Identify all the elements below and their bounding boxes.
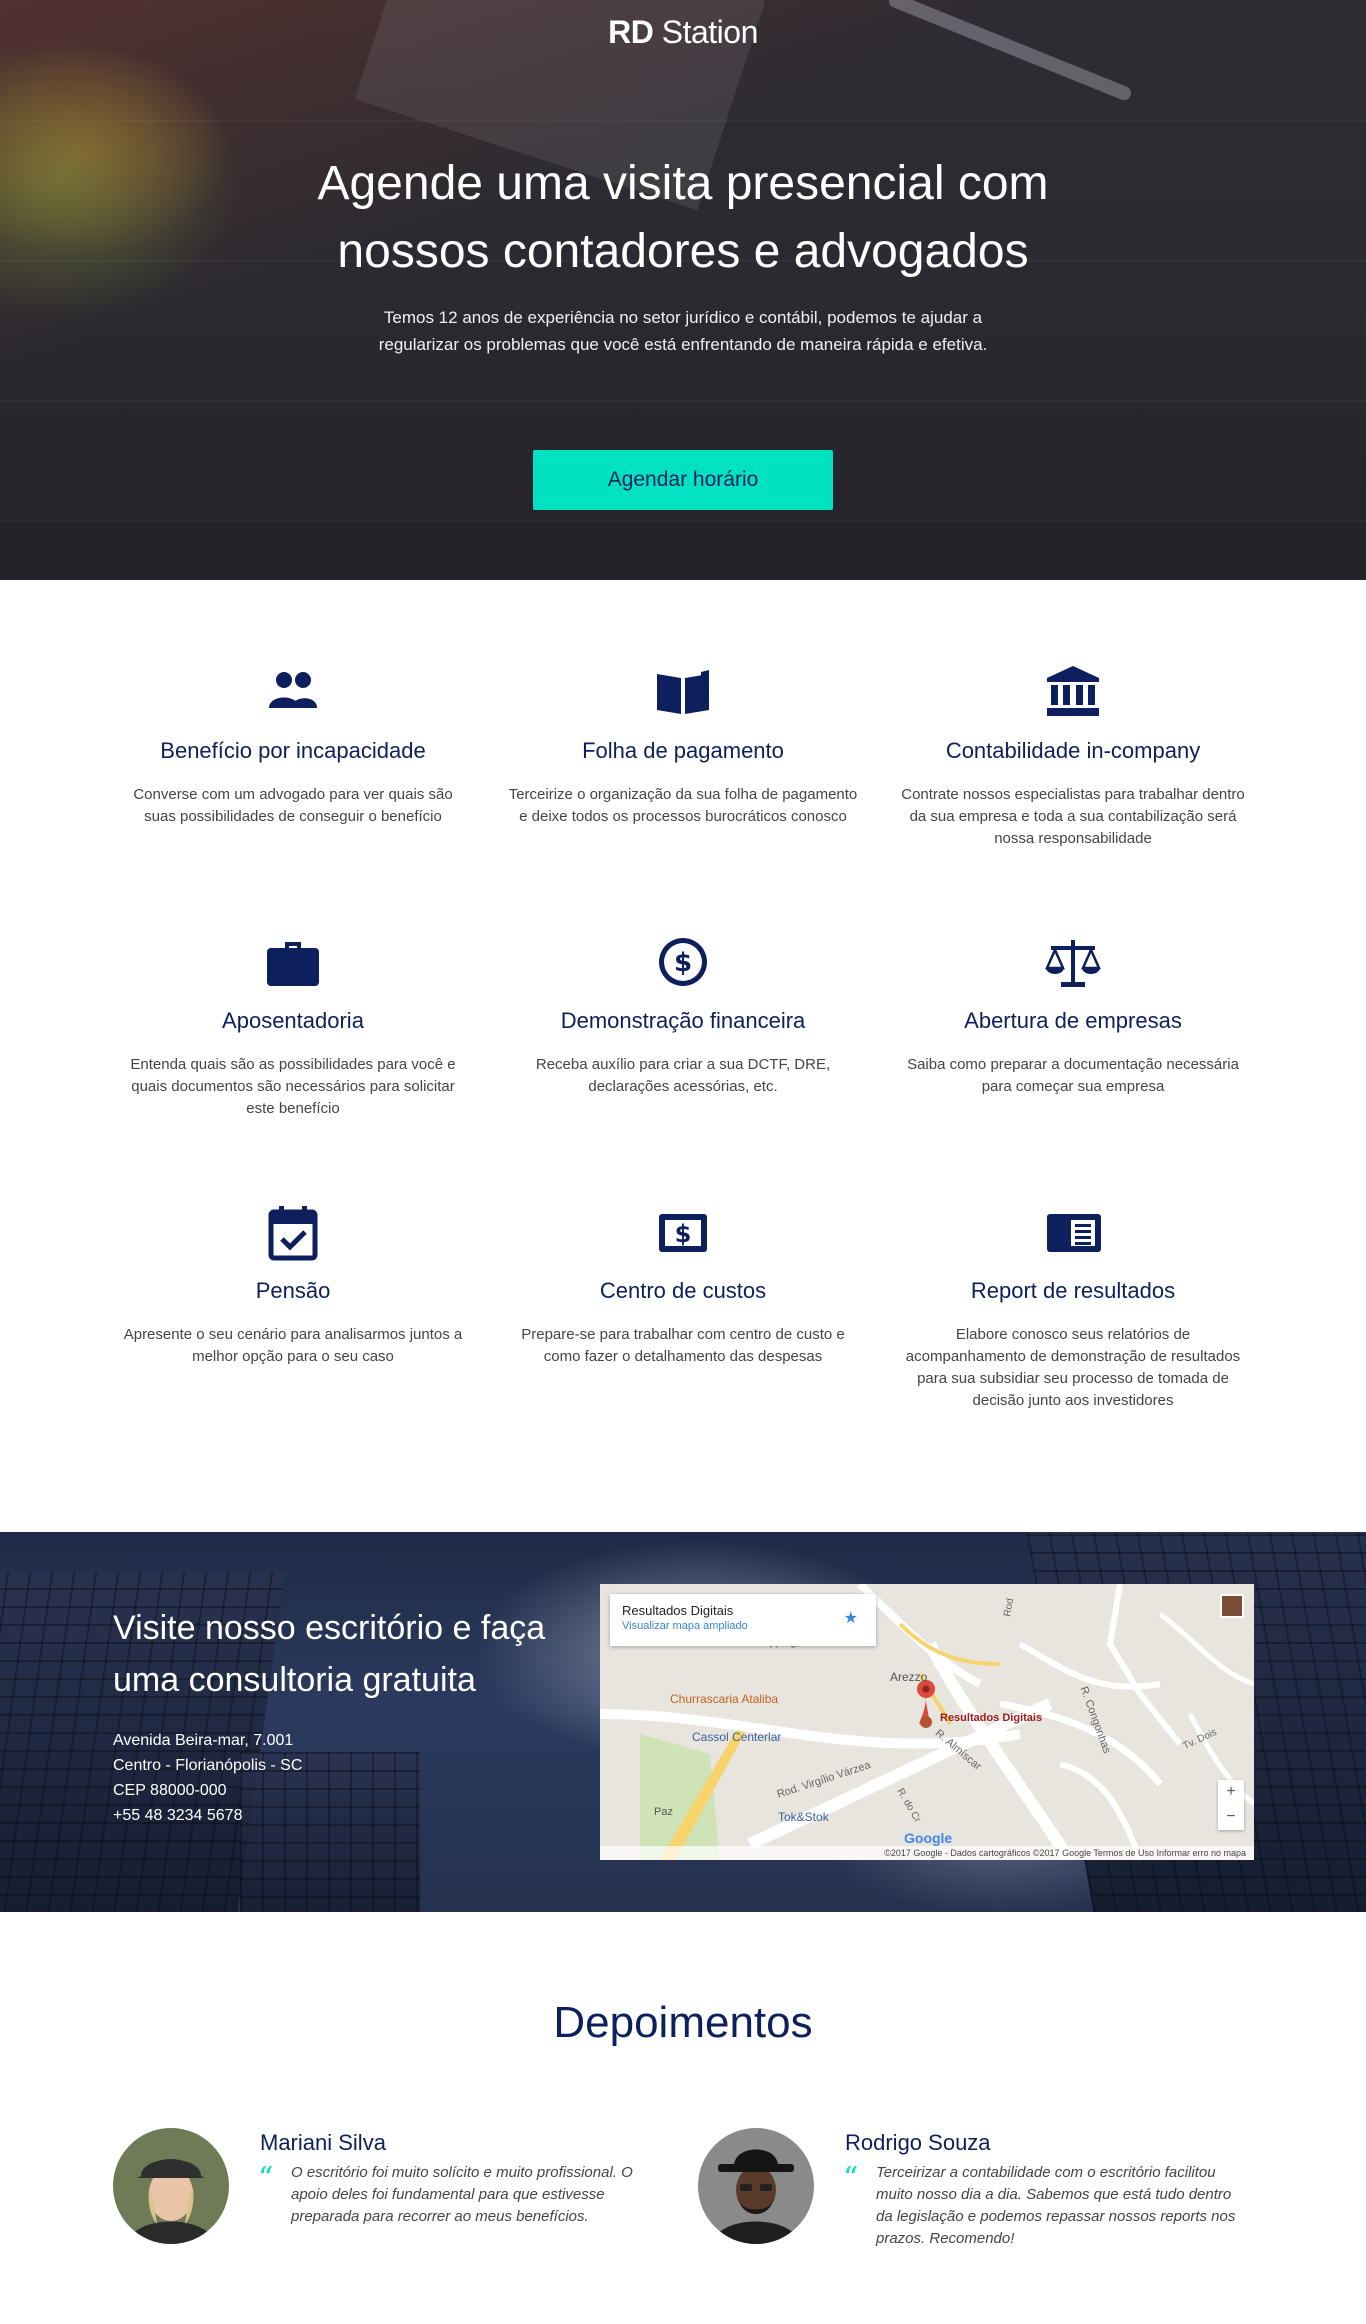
schedule-button[interactable]: Agendar horário — [533, 450, 833, 510]
testimonial-quote: O escritório foi muito solícito e muito … — [291, 2164, 633, 2225]
address-city: Centro - Florianópolis - SC — [113, 1757, 303, 1774]
address-zip: CEP 88000-000 — [113, 1782, 227, 1799]
dollar-circle-icon: $ — [659, 938, 707, 986]
service-description: Receba auxílio para criar a sua DCTF, DR… — [535, 1056, 831, 1095]
service-card: Pensão Apresente o seu cenário para anal… — [108, 1202, 478, 1368]
hero-title-line2: nossos contadores e advogados — [337, 225, 1029, 278]
zoom-out-button[interactable]: − — [1218, 1805, 1244, 1830]
map-place-cassol: Cassol Centerlar — [692, 1730, 782, 1744]
scales-icon — [1045, 940, 1101, 987]
newspaper-icon — [1047, 1214, 1101, 1252]
service-title: Demonstração financeira — [560, 1008, 806, 1033]
map-marker-label: Resultados Digitais — [940, 1712, 1043, 1724]
svg-text:$: $ — [674, 948, 692, 978]
map-place-name: Resultados Digitais — [622, 1603, 734, 1618]
star-icon[interactable]: ★ — [844, 1608, 858, 1628]
briefcase-icon — [267, 942, 319, 986]
wood-line — [0, 400, 1366, 402]
office-address: Avenida Beira-mar, 7.001 Centro - Floria… — [113, 1728, 302, 1828]
zoom-in-button[interactable]: + — [1218, 1780, 1244, 1805]
service-title: Aposentadoria — [222, 1008, 364, 1033]
service-description: Elabore conosco seus relatórios de acomp… — [905, 1326, 1241, 1409]
brand-logo[interactable]: RD Station — [0, 14, 1366, 51]
wood-line — [0, 520, 1366, 522]
google-map[interactable]: Arezzo Resultados Digitais Churrascaria … — [600, 1584, 1254, 1860]
service-description: Contrate nossos especialistas para traba… — [901, 786, 1245, 847]
quote-icon: “ — [843, 2161, 859, 2196]
service-card: $ Demonstração financeira Receba auxílio… — [498, 932, 868, 1098]
service-title: Benefício por incapacidade — [160, 738, 426, 763]
map-user-avatar[interactable] — [1220, 1594, 1244, 1618]
service-title: Abertura de empresas — [964, 1008, 1182, 1033]
logo-light: Station — [653, 14, 759, 50]
logo-bold: RD — [608, 14, 654, 50]
person-photo-icon — [698, 2128, 814, 2244]
service-title: Folha de pagamento — [582, 738, 784, 763]
visit-section: Visite nosso escritório e faça uma consu… — [0, 1532, 1366, 1912]
map-place-churrascaria: Churrascaria Ataliba — [670, 1692, 779, 1706]
users-icon — [269, 672, 317, 708]
map-place-tokstok: Tok&Stok — [778, 1810, 829, 1824]
map-place-paz: Paz — [654, 1806, 673, 1818]
service-card: Aposentadoria Entenda quais são as possi… — [108, 932, 478, 1120]
avatar — [698, 2128, 814, 2244]
testimonial-card: Rodrigo Souza “ Terceirizar a contabilid… — [698, 2128, 1238, 2268]
person-photo-icon — [113, 2128, 229, 2244]
service-title: Centro de custos — [599, 1278, 767, 1303]
testimonial-name: Rodrigo Souza — [845, 2130, 991, 2155]
google-logo: Google — [904, 1830, 953, 1846]
map-place-arezzo: Arezzo — [890, 1670, 928, 1684]
calendar-check-icon — [268, 1206, 318, 1261]
hero-subtitle: Temos 12 anos de experiência no setor ju… — [378, 308, 988, 354]
money-bill-icon: $ — [659, 1214, 707, 1252]
testimonial-quote: Terceirizar a contabilidade com o escrit… — [876, 2164, 1236, 2247]
service-description: Saiba como preparar a documentação neces… — [907, 1056, 1239, 1095]
book-icon — [657, 670, 709, 714]
service-title: Pensão — [255, 1278, 331, 1303]
testimonial-card: Mariani Silva “ O escritório foi muito s… — [113, 2128, 653, 2268]
map-attribution: ©2017 Google - Dados cartográficos ©2017… — [600, 1846, 1254, 1860]
map-place-card: Resultados Digitais Visualizar mapa ampl… — [610, 1594, 876, 1646]
map-enlarge-link[interactable]: Visualizar mapa ampliado — [622, 1620, 864, 1632]
testimonials-section: Depoimentos Mariani Silva “ O escritório… — [0, 1912, 1366, 2324]
visit-title: Visite nosso escritório e faça uma consu… — [113, 1609, 546, 1699]
service-description: Prepare-se para trabalhar com centro de … — [521, 1326, 845, 1365]
service-description: Converse com um advogado para ver quais … — [133, 786, 453, 825]
map-zoom-controls: + − — [1218, 1780, 1244, 1830]
svg-text:$: $ — [675, 1220, 692, 1248]
service-card: Folha de pagamento Terceirize o organiza… — [498, 662, 868, 828]
services-section: Benefício por incapacidade Converse com … — [0, 580, 1366, 1532]
quote-icon: “ — [258, 2161, 274, 2196]
hero-section: RD Station Agende uma visita presencial … — [0, 0, 1366, 580]
address-phone: +55 48 3234 5678 — [113, 1807, 243, 1824]
avatar — [113, 2128, 229, 2244]
service-title: Contabilidade in-company — [945, 738, 1201, 763]
hero-title-line1: Agende uma visita presencial com — [317, 157, 1049, 210]
service-description: Terceirize o organização da sua folha de… — [508, 786, 858, 825]
wood-line — [0, 120, 1366, 122]
service-card: Contabilidade in-company Contrate nossos… — [888, 662, 1258, 850]
service-card: $ Centro de custos Prepare-se para traba… — [498, 1202, 868, 1368]
testimonial-name: Mariani Silva — [260, 2130, 386, 2155]
address-street: Avenida Beira-mar, 7.001 — [113, 1732, 294, 1749]
service-card: Benefício por incapacidade Converse com … — [108, 662, 478, 828]
service-description: Entenda quais são as possibilidades para… — [130, 1056, 456, 1117]
testimonials-heading: Depoimentos — [553, 1998, 813, 2047]
service-card: Abertura de empresas Saiba como preparar… — [888, 932, 1258, 1098]
service-title: Report de resultados — [970, 1278, 1176, 1303]
service-card: Report de resultados Elabore conosco seu… — [888, 1202, 1258, 1412]
hero-title: Agende uma visita presencial com nossos … — [0, 150, 1366, 286]
bank-icon — [1047, 666, 1099, 716]
service-description: Apresente o seu cenário para analisarmos… — [123, 1326, 463, 1365]
